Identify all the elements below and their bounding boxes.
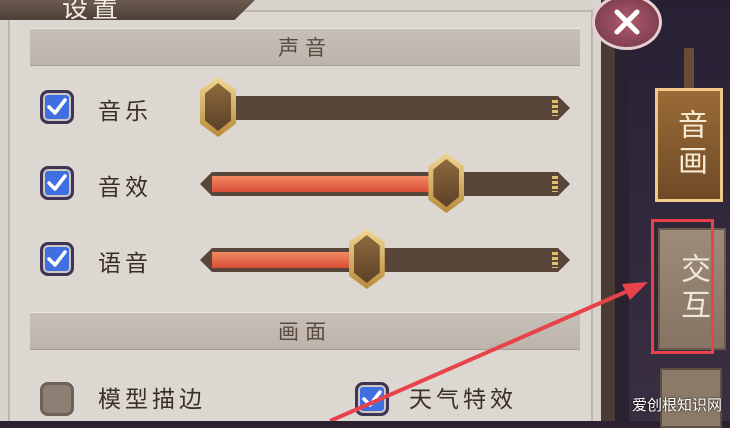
page-title: 设置: [62, 0, 123, 24]
music-label: 音乐: [98, 99, 152, 125]
slider-row-voice: 语音: [40, 229, 585, 289]
settings-body: [8, 10, 593, 421]
sfx-slider-handle[interactable]: [428, 153, 465, 213]
highlight-box: [651, 219, 714, 354]
model-outline-checkbox[interactable]: [40, 382, 74, 416]
music-slider-track[interactable]: [200, 96, 570, 120]
watermark: 爱创根知识网: [631, 396, 722, 414]
section-header-sound: 声音: [30, 28, 580, 66]
model-outline-label: 模型描边: [98, 387, 206, 413]
weather-effects-label: 天气特效: [409, 387, 517, 413]
sfx-checkbox[interactable]: [40, 166, 74, 200]
voice-checkbox[interactable]: [40, 242, 74, 276]
voice-slider-fill: [212, 252, 361, 268]
voice-label: 语音: [98, 251, 152, 277]
banner-pole: [684, 48, 694, 88]
sfx-slider-fill: [212, 176, 440, 192]
slider-end-cap: [552, 176, 558, 192]
section-header-graphics: 画面: [30, 312, 580, 350]
slider-end-cap: [552, 252, 558, 268]
voice-slider-handle[interactable]: [348, 229, 385, 289]
check-icon: [47, 174, 67, 191]
close-icon: [614, 9, 640, 35]
music-checkbox[interactable]: [40, 90, 74, 124]
sfx-label: 音效: [98, 175, 152, 201]
voice-slider-track[interactable]: [200, 248, 570, 272]
slider-row-sfx: 音效: [40, 153, 585, 213]
side-tab-column: [629, 0, 730, 421]
option-weather-effects: 天气特效: [355, 378, 585, 418]
tab-audio-visual[interactable]: 音画: [655, 88, 723, 202]
option-model-outline: 模型描边: [40, 378, 300, 418]
sfx-slider-track[interactable]: [200, 172, 570, 196]
music-slider-handle[interactable]: [200, 77, 236, 137]
check-icon: [47, 250, 67, 267]
slider-end-cap: [552, 100, 558, 116]
slider-row-music: 音乐: [40, 77, 585, 137]
title-tab: [0, 0, 255, 20]
settings-panel: 设置 声音 音乐 音效 语音 画面 模型描边 天气特效: [0, 0, 615, 421]
tab-audio-visual-label: 音画: [672, 109, 707, 181]
weather-effects-checkbox[interactable]: [355, 382, 389, 416]
check-icon: [362, 390, 382, 407]
check-icon: [47, 98, 67, 115]
